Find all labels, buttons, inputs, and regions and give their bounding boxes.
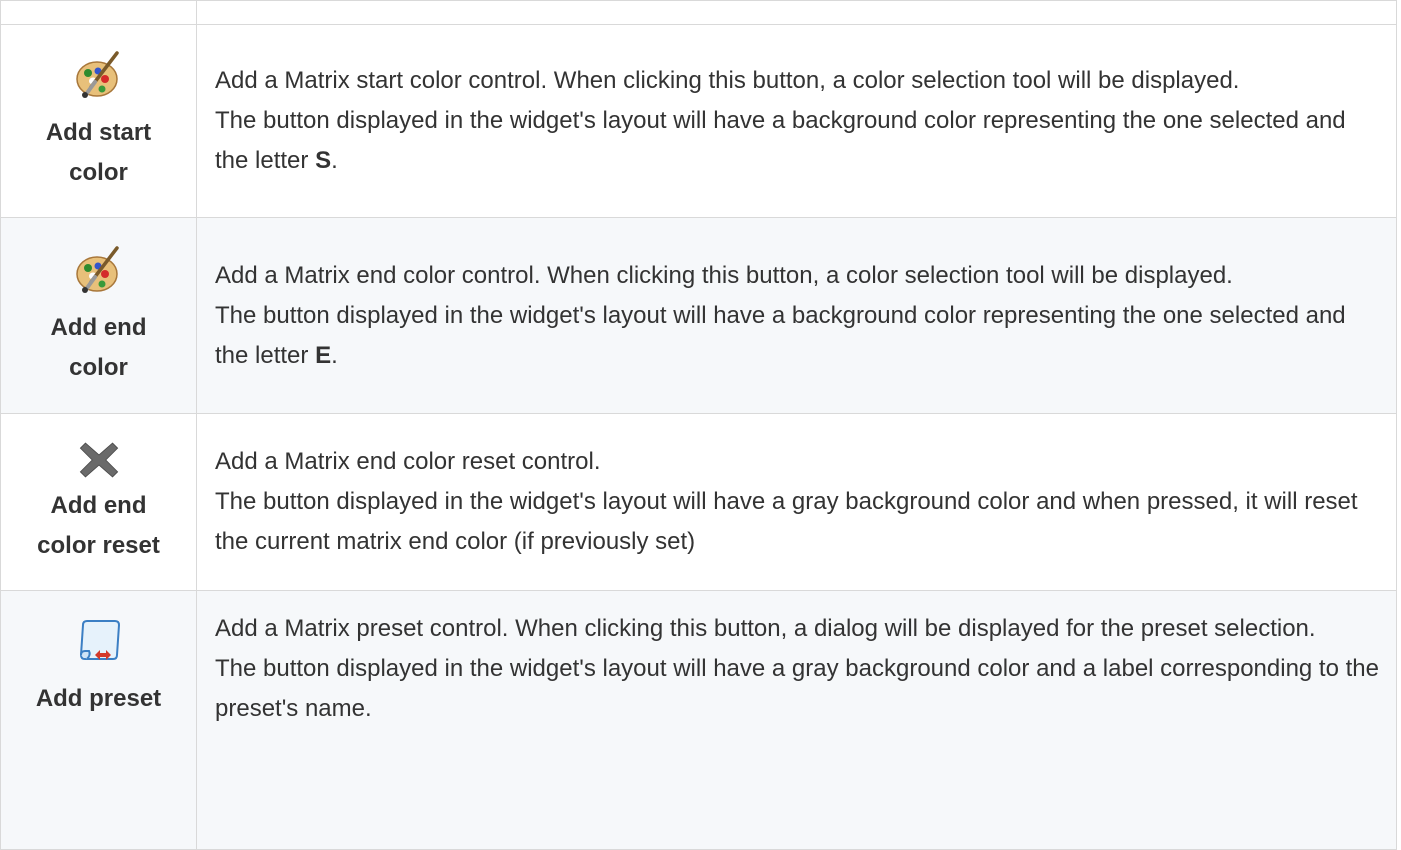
button-label: Add end color reset	[37, 492, 160, 559]
controls-table: Add start color Add a Matrix start color…	[0, 0, 1397, 850]
button-cell: Add start color	[0, 24, 197, 218]
description-cell: Add a Matrix end color control. When cli…	[196, 217, 1397, 414]
letter-indicator: E	[315, 341, 332, 369]
scroll-icon	[79, 620, 120, 660]
description-text: The button displayed in the widget's lay…	[215, 655, 1379, 722]
button-cell: Add preset	[0, 590, 197, 850]
table-row: Add start color Add a Matrix start color…	[0, 24, 1397, 218]
description-text: The button displayed in the widget's lay…	[215, 101, 1382, 181]
letter-indicator: S	[315, 147, 332, 174]
description-text: Add a Matrix end color reset control.	[215, 448, 601, 475]
description-cell: Add a Matrix start color control. When c…	[196, 24, 1397, 218]
description-text-part: .	[331, 341, 338, 369]
button-label: Add preset	[35, 685, 162, 712]
palette-icon	[75, 245, 119, 293]
description-text-part: The button displayed in the widget's lay…	[215, 301, 1346, 369]
description-cell: Add a Matrix preset control. When clicki…	[196, 590, 1397, 850]
header-cell-button	[0, 0, 197, 25]
header-cell-description	[196, 0, 1397, 25]
description-cell: Add a Matrix end color reset control. Th…	[196, 413, 1397, 591]
description-text: Add a Matrix end color control. When cli…	[215, 261, 1233, 289]
description-text-part: .	[331, 147, 338, 174]
table-row: Add preset Add a Matrix preset control. …	[0, 590, 1397, 850]
button-label: Add end color	[50, 313, 147, 381]
palette-icon	[75, 51, 119, 98]
close-x-icon	[79, 442, 118, 478]
table-header-row	[0, 0, 1397, 25]
button-cell: Add end color	[0, 217, 197, 414]
button-label: Add start color	[45, 119, 152, 186]
table-row: Add end color reset Add a Matrix end col…	[0, 413, 1397, 591]
button-cell: Add end color reset	[0, 413, 197, 591]
description-text: The button displayed in the widget's lay…	[215, 296, 1382, 376]
description-text: Add a Matrix preset control. When clicki…	[215, 615, 1316, 642]
table-row: Add end color Add a Matrix end color con…	[0, 217, 1397, 414]
description-text-part: The button displayed in the widget's lay…	[215, 107, 1346, 174]
description-text: Add a Matrix start color control. When c…	[215, 67, 1240, 94]
description-text: The button displayed in the widget's lay…	[215, 488, 1358, 555]
